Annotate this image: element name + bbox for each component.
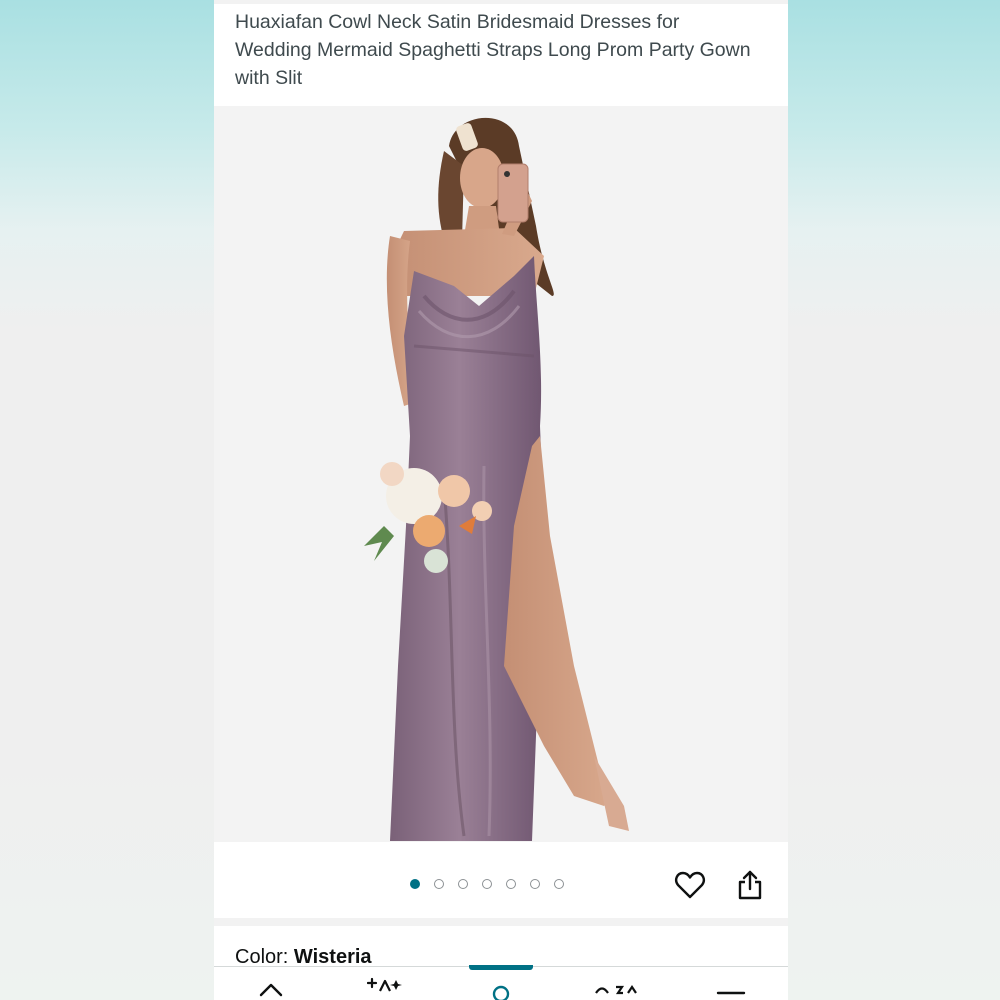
carousel-dot[interactable] (458, 879, 468, 889)
more-icon[interactable] (716, 989, 746, 999)
share-button[interactable] (733, 868, 767, 902)
carousel-dot[interactable] (434, 879, 444, 889)
active-tab-indicator (469, 965, 533, 970)
product-image-gallery[interactable] (214, 106, 788, 842)
gallery-controls (214, 842, 788, 918)
carousel-dot[interactable] (554, 879, 564, 889)
menu-icon[interactable] (594, 983, 640, 1000)
carousel-dot[interactable] (530, 879, 540, 889)
product-title[interactable]: Huaxiafan Cowl Neck Satin Bridesmaid Dre… (235, 8, 755, 92)
color-label: Color: (235, 946, 289, 968)
share-icon (738, 870, 762, 900)
product-photo[interactable] (214, 106, 788, 842)
favorite-button[interactable] (673, 868, 707, 902)
product-page: Huaxiafan Cowl Neck Satin Bridesmaid Dre… (214, 0, 788, 1000)
carousel-dot[interactable] (506, 879, 516, 889)
carousel-dot[interactable] (482, 879, 492, 889)
bottom-navigation (214, 965, 788, 1000)
heart-icon (675, 871, 705, 899)
carousel-dots[interactable] (410, 879, 564, 889)
ai-sparkle-icon[interactable] (367, 977, 403, 1000)
title-section: Huaxiafan Cowl Neck Satin Bridesmaid Dre… (214, 4, 788, 106)
profile-icon[interactable] (490, 985, 512, 1000)
home-icon[interactable] (258, 981, 284, 1000)
carousel-dot[interactable] (410, 879, 420, 889)
color-value: Wisteria (293, 946, 372, 968)
